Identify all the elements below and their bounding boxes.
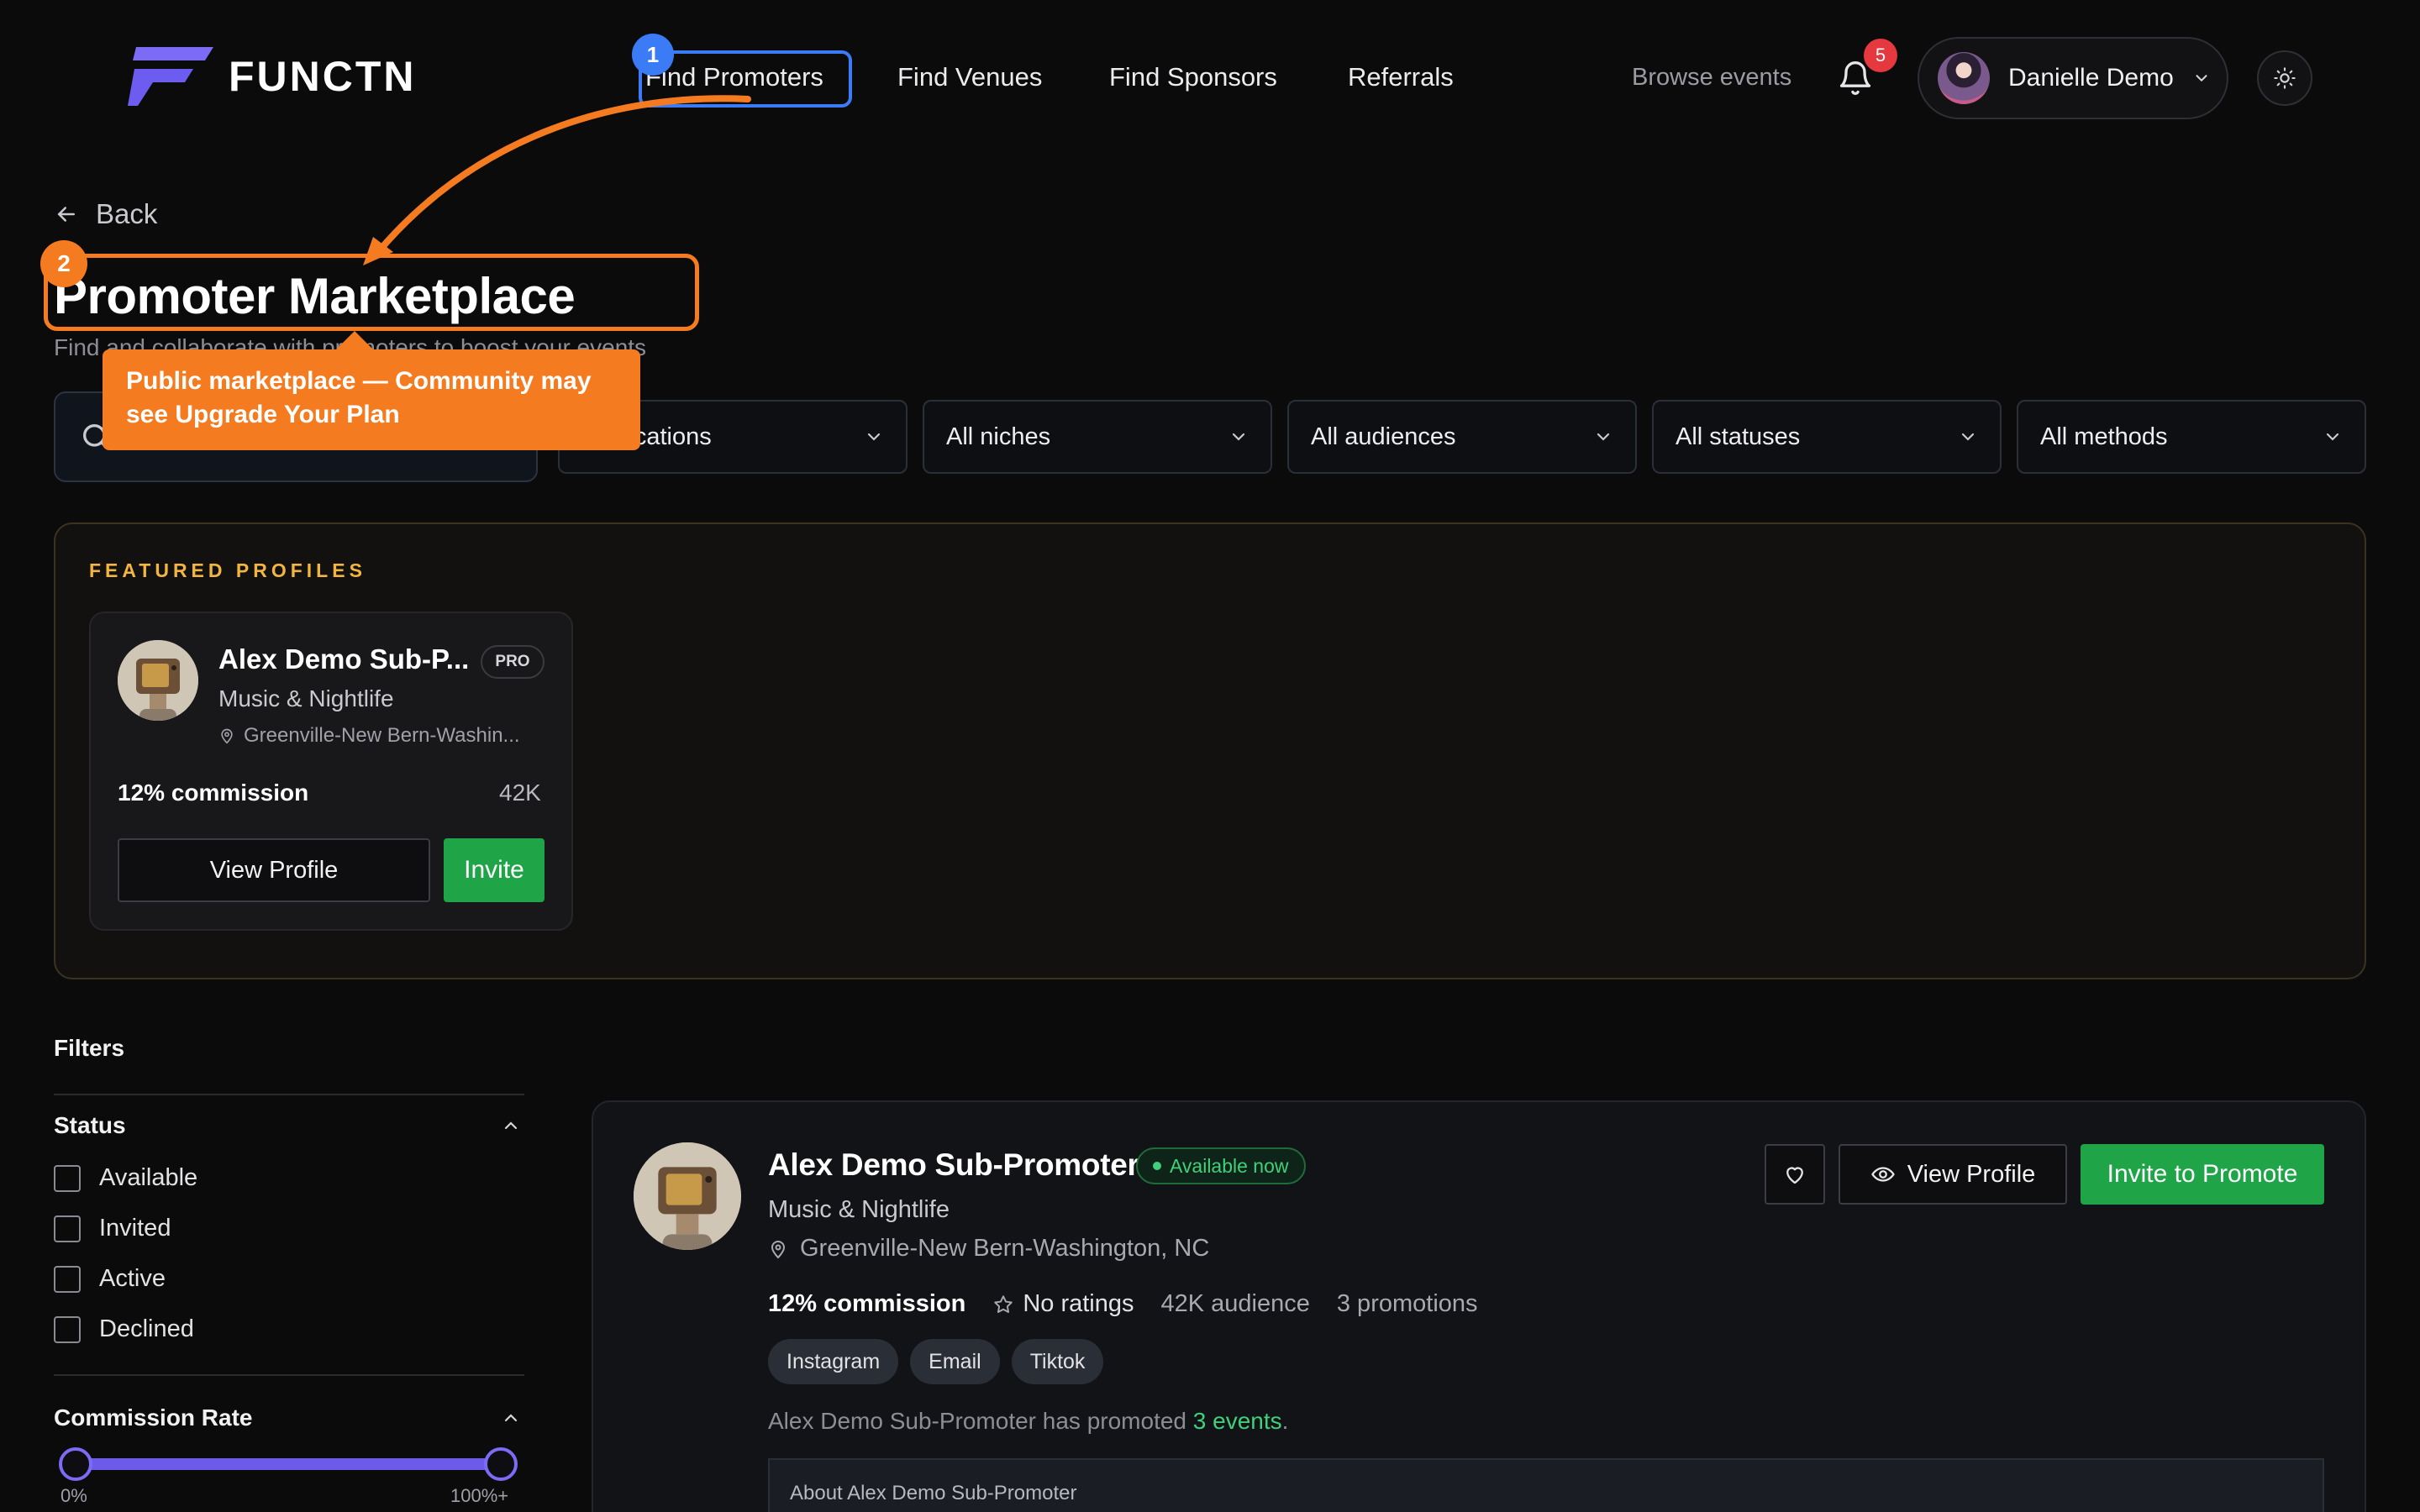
- eye-icon: [1870, 1167, 1895, 1182]
- promoter-niche: Music & Nightlife: [768, 1196, 950, 1223]
- checkbox[interactable]: [54, 1215, 81, 1242]
- commission-slider-max-handle[interactable]: [484, 1447, 518, 1481]
- checkbox-label: Available: [99, 1164, 198, 1191]
- methods-dropdown[interactable]: All methods: [2017, 400, 2366, 474]
- chevron-down-icon: [1232, 433, 1245, 441]
- audiences-value: All audiences: [1311, 423, 1456, 450]
- filters-heading: Filters: [54, 1035, 125, 1061]
- promoter-audience: 42K audience: [1160, 1290, 1310, 1317]
- tag-instagram: Instagram: [768, 1339, 899, 1384]
- commission-slider-min-handle[interactable]: [59, 1447, 92, 1481]
- map-pin-icon: [771, 1240, 786, 1258]
- checkbox[interactable]: [54, 1164, 81, 1192]
- chevron-up-icon[interactable]: [501, 1408, 521, 1428]
- heart-icon: [1786, 1167, 1803, 1184]
- statuses-value: All statuses: [1676, 423, 1801, 450]
- commission-max-label: 100%+: [450, 1485, 509, 1506]
- annotation-tooltip: Public marketplace — Community may see U…: [103, 349, 640, 450]
- chevron-down-icon: [2326, 433, 2339, 441]
- availability-badge: Available now: [1136, 1147, 1306, 1184]
- promoter-location: Greenville-New Bern-Washington, NC: [768, 1235, 1209, 1263]
- promoter-promotions: 3 promotions: [1336, 1290, 1478, 1317]
- commission-slider-track[interactable]: [76, 1458, 501, 1470]
- featured-invite-button[interactable]: Invite: [444, 838, 544, 902]
- tag-tiktok: Tiktok: [1011, 1339, 1104, 1384]
- status-option-available[interactable]: Available: [54, 1164, 197, 1192]
- tag-email: Email: [910, 1339, 1000, 1384]
- pro-badge: PRO: [481, 645, 544, 679]
- promoter-location-text: Greenville-New Bern-Washington, NC: [800, 1235, 1210, 1262]
- promoted-prefix: Alex Demo Sub-Promoter has promoted: [768, 1408, 1193, 1434]
- methods-value: All methods: [2040, 423, 2168, 450]
- featured-commission: 12% commission: [118, 780, 309, 806]
- featured-name: Alex Demo Sub-P...: [218, 643, 470, 675]
- map-pin-icon: [221, 728, 233, 744]
- status-option-active[interactable]: Active: [54, 1265, 166, 1293]
- view-profile-button[interactable]: View Profile: [1839, 1144, 2067, 1205]
- star-icon: [994, 1294, 1013, 1313]
- commission-min-label: 0%: [60, 1485, 87, 1506]
- promoted-summary: Alex Demo Sub-Promoter has promoted 3 ev…: [768, 1408, 1288, 1435]
- statuses-dropdown[interactable]: All statuses: [1652, 400, 2002, 474]
- annotation-step-2: 2: [40, 240, 87, 287]
- featured-niche: Music & Nightlife: [218, 685, 394, 711]
- checkbox-label: Declined: [99, 1315, 194, 1342]
- arrow-left-icon: [57, 207, 75, 222]
- niches-dropdown[interactable]: All niches: [923, 400, 1272, 474]
- promoter-stats: 12% commission No ratings 42K audience 3…: [768, 1290, 1478, 1318]
- checkbox[interactable]: [54, 1265, 81, 1293]
- promoter-commission: 12% commission: [768, 1290, 966, 1317]
- audiences-dropdown[interactable]: All audiences: [1287, 400, 1637, 474]
- divider: [54, 1094, 524, 1095]
- status-section-heading[interactable]: Status: [54, 1112, 126, 1139]
- featured-profiles-label: FEATURED PROFILES: [89, 559, 366, 581]
- availability-text: Available now: [1170, 1154, 1289, 1177]
- chevron-down-icon: [1961, 433, 1975, 441]
- favorite-button[interactable]: [1765, 1144, 1825, 1205]
- featured-location: Greenville-New Bern-Washin...: [218, 724, 520, 748]
- checkbox[interactable]: [54, 1315, 81, 1343]
- status-option-declined[interactable]: Declined: [54, 1315, 194, 1343]
- chevron-up-icon[interactable]: [501, 1116, 521, 1136]
- about-heading: About Alex Demo Sub-Promoter: [790, 1482, 1077, 1504]
- chevron-down-icon: [867, 433, 881, 441]
- annotation-highlight-2: [44, 254, 699, 331]
- promoted-suffix: .: [1281, 1408, 1289, 1434]
- featured-avatar: [118, 640, 198, 721]
- featured-location-text: Greenville-New Bern-Washin...: [244, 724, 520, 747]
- promoter-ratings: No ratings: [992, 1290, 1134, 1318]
- divider: [54, 1374, 524, 1376]
- checkbox-label: Active: [99, 1265, 166, 1292]
- featured-audience: 42K: [499, 780, 541, 806]
- status-option-invited[interactable]: Invited: [54, 1215, 171, 1242]
- back-label: Back: [96, 198, 158, 229]
- promoter-avatar: [634, 1142, 741, 1250]
- niches-value: All niches: [946, 423, 1051, 450]
- chevron-down-icon: [1597, 433, 1610, 441]
- featured-view-profile-button[interactable]: View Profile: [118, 838, 430, 902]
- promotion-methods: Instagram Email Tiktok: [768, 1339, 1104, 1384]
- view-profile-label: View Profile: [1907, 1160, 2036, 1188]
- ratings-text: No ratings: [1023, 1290, 1134, 1317]
- checkbox-label: Invited: [99, 1215, 171, 1242]
- tooltip-pointer: [336, 331, 373, 349]
- promoted-events-link[interactable]: 3 events: [1193, 1408, 1282, 1434]
- tv-head-avatar-icon: [118, 640, 198, 721]
- back-button[interactable]: Back: [54, 198, 157, 230]
- tv-head-avatar-icon: [634, 1142, 741, 1250]
- promoter-name[interactable]: Alex Demo Sub-Promoter: [768, 1147, 1139, 1183]
- commission-section-heading[interactable]: Commission Rate: [54, 1404, 253, 1431]
- status-dot: [1153, 1162, 1161, 1170]
- invite-to-promote-button[interactable]: Invite to Promote: [2081, 1144, 2324, 1205]
